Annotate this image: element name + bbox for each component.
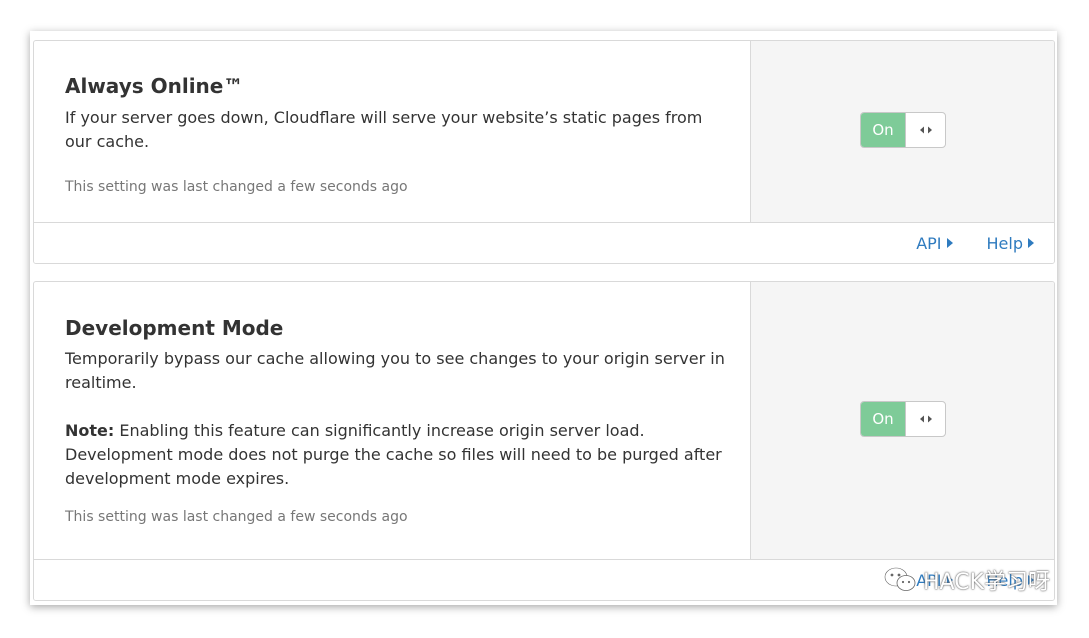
left-right-arrows-icon <box>919 415 932 423</box>
note-label: Note: <box>65 421 115 440</box>
toggle-on-label: On <box>861 113 905 147</box>
watermark: HACK学习呀 <box>883 560 1054 600</box>
card-body: Development Mode Temporarily bypass our … <box>34 282 750 560</box>
card-description: If your server goes down, Cloudflare wil… <box>65 108 703 151</box>
help-link-label: Help <box>986 233 1023 253</box>
last-changed-text: This setting was last changed a few seco… <box>65 179 408 195</box>
development-mode-card: Development Mode Temporarily bypass our … <box>33 281 1055 601</box>
always-online-card: Always Online™ If your server goes down,… <box>33 40 1055 264</box>
card-title: Development Mode <box>65 316 284 340</box>
toggle-on-label: On <box>861 402 905 436</box>
api-link[interactable]: API <box>916 233 953 253</box>
caret-right-icon <box>1028 238 1034 248</box>
card-body: Always Online™ If your server goes down,… <box>34 41 750 223</box>
api-link-label: API <box>916 233 942 253</box>
screenshot-frame: Always Online™ If your server goes down,… <box>30 31 1057 605</box>
toggle-handle[interactable] <box>905 113 945 147</box>
watermark-text: HACK学习呀 <box>923 570 1050 595</box>
card-footer: API Help HACK学习呀 <box>34 559 1054 600</box>
always-online-toggle[interactable]: On <box>860 112 946 148</box>
note-text: Enabling this feature can significantly … <box>65 421 722 488</box>
left-right-arrows-icon <box>919 126 932 134</box>
card-description: Temporarily bypass our cache allowing yo… <box>65 349 725 392</box>
development-mode-toggle[interactable]: On <box>860 401 946 437</box>
toggle-handle[interactable] <box>905 402 945 436</box>
card-control-panel: On <box>750 282 1054 560</box>
card-control-panel: On <box>750 41 1054 223</box>
card-footer: API Help <box>34 222 1054 263</box>
caret-right-icon <box>946 238 953 248</box>
card-note: Note: Enabling this feature can signific… <box>65 419 725 491</box>
help-link[interactable]: Help <box>987 234 1034 253</box>
wechat-icon <box>884 567 916 591</box>
footer-links: API Help <box>916 223 1034 263</box>
last-changed-text: This setting was last changed a few seco… <box>65 509 408 525</box>
card-title: Always Online™ <box>65 74 244 98</box>
